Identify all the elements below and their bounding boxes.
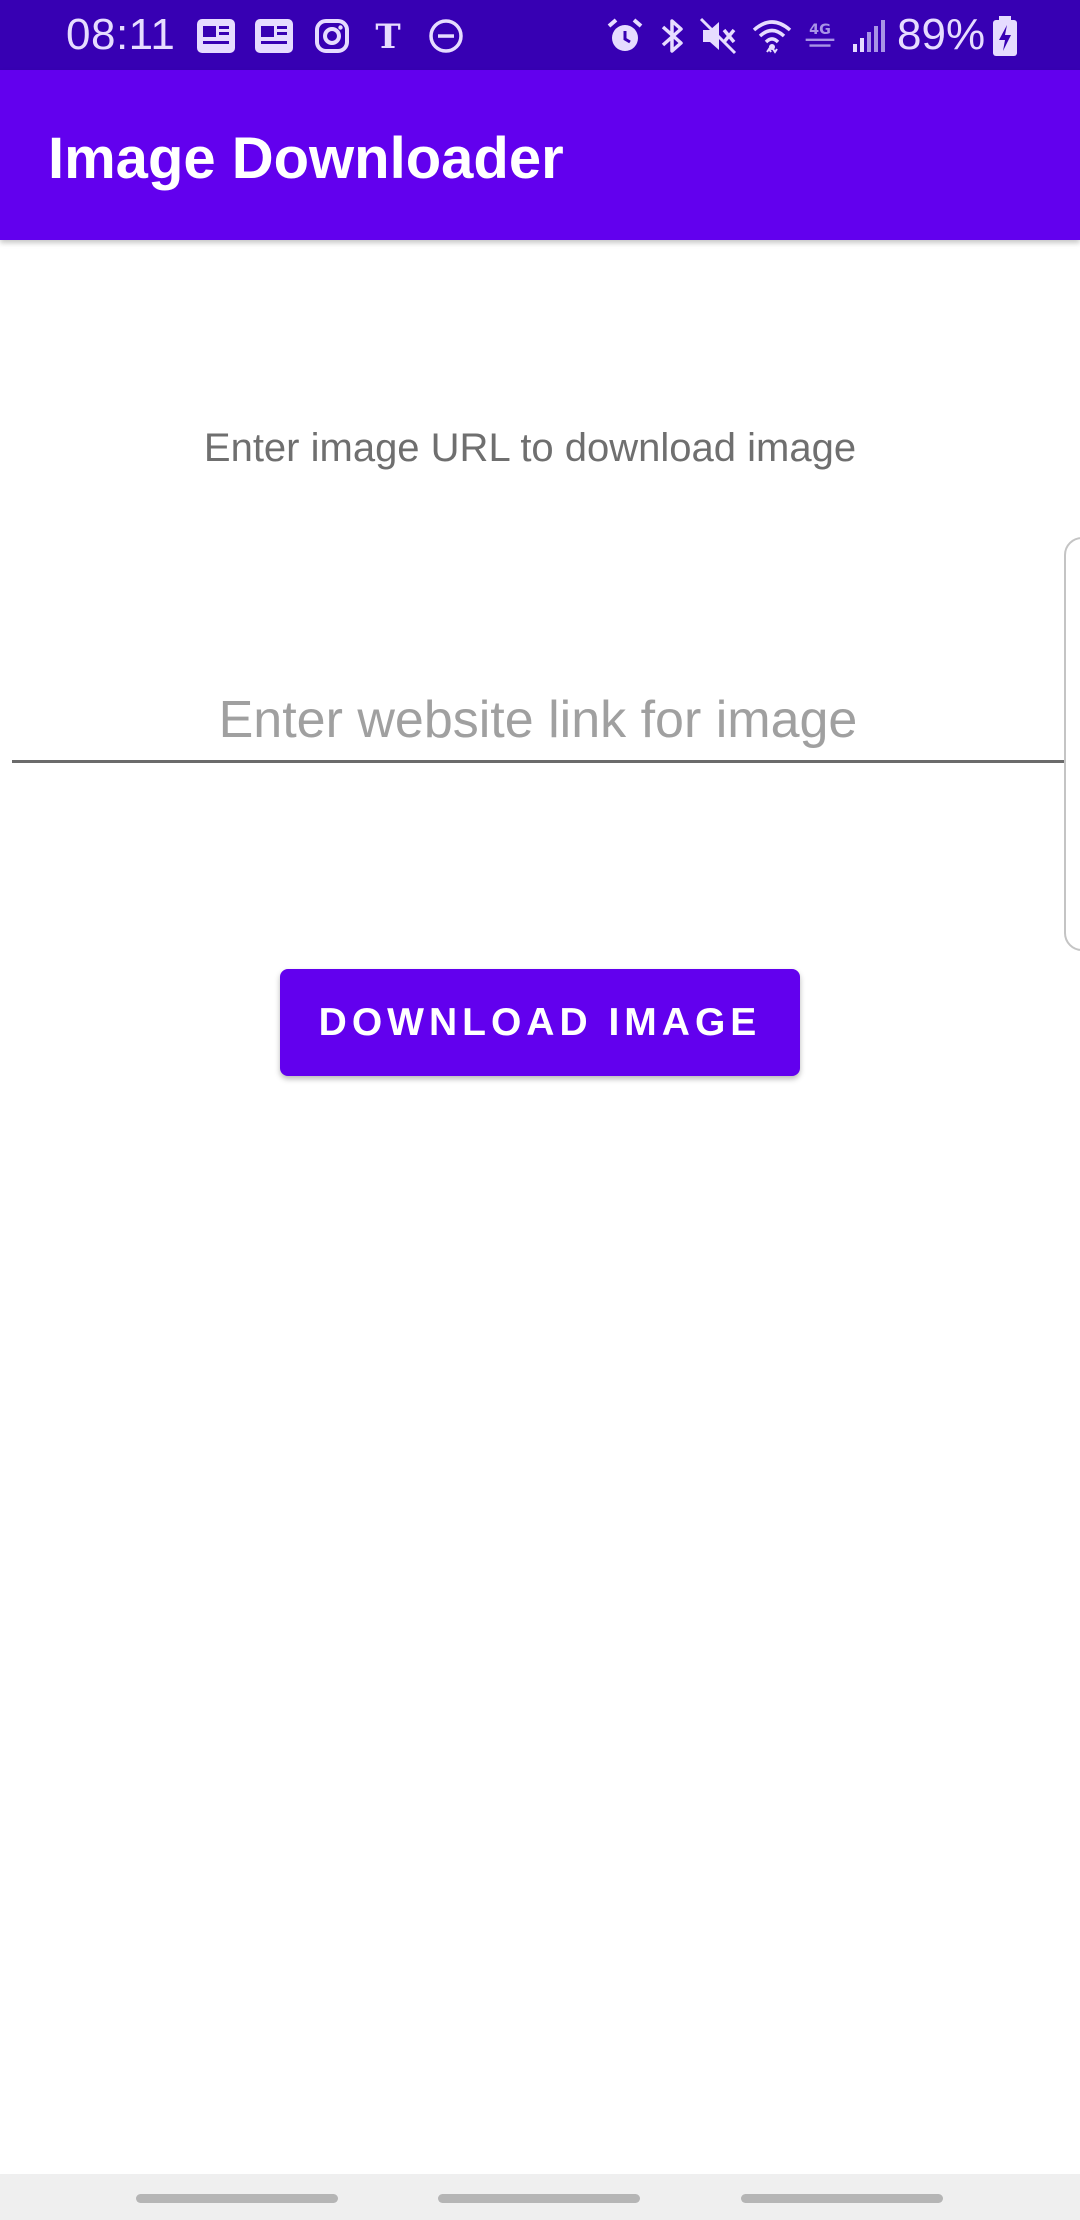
- news-icon: [194, 14, 238, 58]
- home-button[interactable]: [438, 2194, 640, 2203]
- battery-percent: 89%: [897, 10, 986, 59]
- download-image-button[interactable]: DOWNLOAD IMAGE: [280, 969, 800, 1076]
- lte-icon: 4G: [798, 14, 842, 58]
- battery-charging-icon: [983, 14, 1027, 58]
- svg-text:T: T: [375, 17, 400, 55]
- instruction-text: Enter image URL to download image: [203, 426, 857, 470]
- app-title: Image Downloader: [48, 126, 564, 191]
- app-bar: Image Downloader: [0, 70, 1080, 240]
- do-not-disturb-icon: [424, 14, 468, 58]
- recent-apps-button[interactable]: [136, 2194, 338, 2203]
- navigation-bar: [0, 2174, 1080, 2220]
- news-icon: [252, 14, 296, 58]
- bluetooth-icon: [650, 14, 694, 58]
- back-button[interactable]: [741, 2194, 943, 2203]
- status-time: 08:11: [66, 10, 176, 59]
- alarm-icon: [603, 14, 647, 58]
- signal-icon: [846, 14, 890, 58]
- nytimes-icon: T: [366, 14, 410, 58]
- svg-text:4G: 4G: [809, 22, 831, 38]
- status-bar: 08:11 T 4G 89%: [0, 0, 1080, 70]
- wifi-icon: [750, 14, 794, 58]
- mute-icon: [696, 14, 740, 58]
- edge-panel-handle[interactable]: [1064, 537, 1080, 951]
- instagram-icon: [310, 14, 354, 58]
- url-input-field: [12, 680, 1064, 763]
- url-input[interactable]: [12, 680, 1064, 760]
